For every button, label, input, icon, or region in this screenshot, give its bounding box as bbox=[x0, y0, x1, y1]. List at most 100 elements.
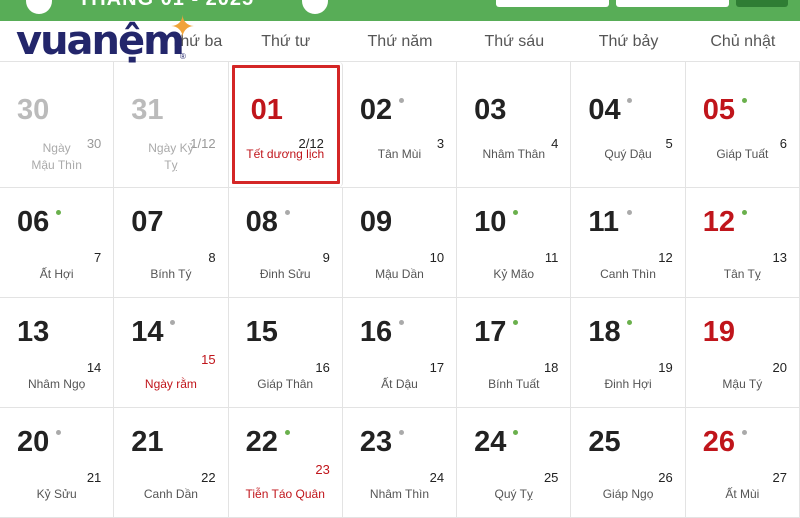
solar-date: 31 bbox=[131, 94, 164, 126]
view-button[interactable] bbox=[736, 0, 788, 7]
lunar-date: 16 bbox=[315, 360, 330, 375]
solar-date: 23 bbox=[359, 426, 393, 458]
day-marker-dot bbox=[56, 430, 61, 435]
day-cell[interactable]: 03 4 Nhâm Thân bbox=[457, 62, 572, 187]
day-cell[interactable]: 06 7 Ất Hợi bbox=[0, 188, 115, 297]
can-chi-label: Ngày rằm bbox=[144, 377, 197, 391]
month-select[interactable] bbox=[496, 0, 609, 7]
day-cell[interactable]: 05 6 Giáp Tuất bbox=[686, 62, 800, 187]
can-chi-label: Kỷ Mão bbox=[493, 267, 535, 281]
day-marker-dot bbox=[513, 430, 519, 435]
lunar-date: 21 bbox=[86, 470, 102, 485]
calendar-week: 06 7 Ất Hợi 07 8 Bính Tý 08 9 Đinh Sửu 09 1… bbox=[0, 188, 800, 298]
can-chi-label: Tiễn Táo Quân bbox=[245, 487, 325, 501]
day-marker-dot bbox=[284, 430, 290, 435]
solar-date: 04 bbox=[588, 94, 621, 126]
can-chi-label: Tết dương lịch bbox=[246, 147, 325, 161]
lunar-date: 25 bbox=[543, 470, 559, 485]
lunar-date: 14 bbox=[86, 360, 102, 375]
day-cell[interactable]: 18 19 Đinh Hợi bbox=[571, 298, 686, 407]
month-title: THÁNG 01 - 2025 bbox=[78, 0, 254, 11]
can-chi-label: Canh Dần bbox=[143, 487, 198, 501]
vuanem-logo: vuanệm bbox=[16, 18, 185, 64]
calendar-week: 20 21 Kỷ Sửu 21 22 Canh Dần 22 23 Tiễn Táo… bbox=[0, 408, 800, 518]
lunar-date: 26 bbox=[658, 470, 673, 485]
day-marker-dot bbox=[627, 98, 633, 103]
registered-icon: ® bbox=[180, 52, 186, 61]
day-cell[interactable]: 25 26 Giáp Ngọ bbox=[571, 408, 686, 517]
solar-date: 10 bbox=[474, 206, 507, 238]
day-cell[interactable]: 22 23 Tiễn Táo Quân bbox=[229, 408, 343, 517]
day-cell[interactable]: 11 12 Canh Thìn bbox=[571, 188, 686, 297]
day-marker-dot bbox=[284, 210, 290, 215]
weekday: Chủ nhật bbox=[710, 33, 776, 50]
can-chi-label: Bính Tý bbox=[150, 267, 192, 281]
calendar-grid: 30 30 Ngày Mậu Thìn 31 1/12 Ngày Kỷ Tỵ 01 … bbox=[0, 62, 800, 518]
day-cell[interactable]: 13 14 Nhâm Ngọ bbox=[0, 298, 115, 407]
solar-date: 02 bbox=[359, 94, 393, 126]
day-cell[interactable]: 21 22 Canh Dần bbox=[114, 408, 229, 517]
day-cell[interactable]: 02 3 Tân Mùi bbox=[343, 62, 458, 187]
calendar-week: 30 30 Ngày Mậu Thìn 31 1/12 Ngày Kỷ Tỵ 01 … bbox=[0, 62, 800, 188]
year-select[interactable] bbox=[616, 0, 729, 7]
day-cell[interactable]: 12 13 Tân Tỵ bbox=[686, 188, 800, 297]
solar-date: 08 bbox=[245, 206, 278, 238]
day-cell[interactable]: 09 10 Mậu Dần bbox=[343, 188, 458, 297]
lunar-date: 15 bbox=[201, 352, 216, 367]
day-cell[interactable]: 01 2/12 Tết dương lịch bbox=[229, 62, 343, 187]
solar-date: 09 bbox=[359, 206, 393, 238]
lunar-date: 27 bbox=[772, 470, 787, 485]
calendar-week: 13 14 Nhâm Ngọ 14 15 Ngày rằm 15 16 Giáp T… bbox=[0, 298, 800, 408]
can-chi-label: Nhâm Thìn bbox=[369, 487, 430, 501]
solar-date: 18 bbox=[588, 316, 621, 348]
day-marker-dot bbox=[398, 430, 404, 435]
solar-date: 21 bbox=[131, 426, 164, 458]
solar-date: 15 bbox=[245, 316, 278, 348]
can-chi-label: Canh Thìn bbox=[600, 267, 656, 281]
solar-date: 20 bbox=[17, 426, 50, 458]
can-chi-label: Ngày Mậu Thìn bbox=[31, 141, 82, 172]
day-cell[interactable]: 16 17 Ất Dậu bbox=[343, 298, 458, 407]
solar-date: 13 bbox=[17, 316, 50, 348]
can-chi-label: Ngày Kỷ Tỵ bbox=[148, 141, 194, 172]
can-chi-label: Nhâm Ngọ bbox=[27, 377, 86, 391]
solar-date: 25 bbox=[588, 426, 621, 458]
day-cell[interactable]: 20 21 Kỷ Sửu bbox=[0, 408, 115, 517]
day-cell[interactable]: 08 9 Đinh Sửu bbox=[229, 188, 343, 297]
day-cell[interactable]: 07 8 Bính Tý bbox=[114, 188, 229, 297]
lunar-date: 13 bbox=[772, 250, 787, 265]
day-marker-dot bbox=[56, 210, 61, 215]
next-month-button[interactable] bbox=[302, 0, 328, 14]
solar-date: 11 bbox=[588, 206, 620, 238]
solar-date: 19 bbox=[702, 316, 735, 348]
day-cell[interactable]: 31 1/12 Ngày Kỷ Tỵ bbox=[114, 62, 229, 187]
weekday: Thứ tư bbox=[261, 33, 311, 50]
day-marker-dot bbox=[741, 98, 747, 103]
can-chi-label: Ất Dậu bbox=[381, 377, 418, 391]
can-chi-label: Ất Hợi bbox=[39, 267, 74, 281]
lunar-date: 20 bbox=[772, 360, 787, 375]
solar-date: 12 bbox=[702, 206, 735, 238]
day-cell[interactable]: 04 5 Quý Dậu bbox=[571, 62, 686, 187]
prev-month-button[interactable] bbox=[26, 0, 52, 14]
can-chi-label: Mậu Tý bbox=[722, 377, 763, 391]
day-cell[interactable]: 10 11 Kỷ Mão bbox=[457, 188, 572, 297]
can-chi-label: Giáp Thân bbox=[257, 377, 314, 391]
lunar-date: 19 bbox=[658, 360, 673, 375]
lunar-date: 11 bbox=[544, 250, 559, 265]
day-cell[interactable]: 14 15 Ngày rằm bbox=[114, 298, 229, 407]
can-chi-label: Giáp Tuất bbox=[716, 147, 769, 161]
solar-date: 22 bbox=[245, 426, 278, 458]
day-cell[interactable]: 15 16 Giáp Thân bbox=[229, 298, 343, 407]
day-cell[interactable]: 24 25 Quý Tỵ bbox=[457, 408, 572, 517]
lunar-date: 10 bbox=[429, 250, 445, 265]
solar-date: 14 bbox=[131, 316, 164, 348]
day-cell[interactable]: 26 27 Ất Mùi bbox=[686, 408, 800, 517]
day-cell[interactable]: 17 18 Bính Tuất bbox=[457, 298, 572, 407]
day-cell[interactable]: 23 24 Nhâm Thìn bbox=[343, 408, 458, 517]
can-chi-label: Giáp Ngọ bbox=[602, 487, 654, 501]
solar-date: 03 bbox=[474, 94, 507, 126]
day-cell[interactable]: 30 30 Ngày Mậu Thìn bbox=[0, 62, 115, 187]
day-cell[interactable]: 19 20 Mậu Tý bbox=[686, 298, 800, 407]
day-marker-dot bbox=[513, 320, 519, 325]
